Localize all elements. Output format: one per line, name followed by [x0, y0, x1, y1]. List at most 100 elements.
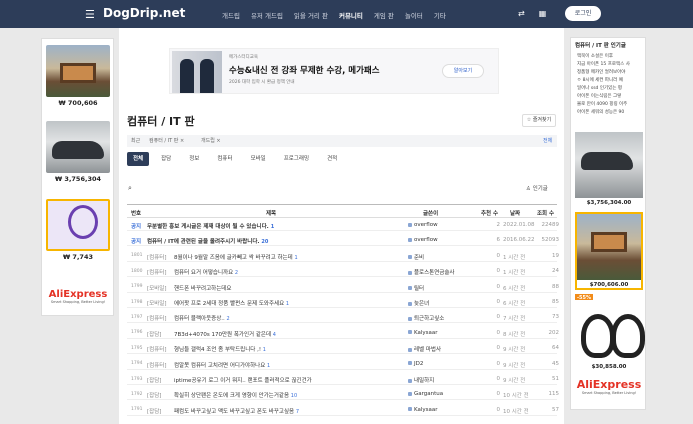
- tab-chat[interactable]: 잡담: [155, 152, 177, 166]
- recent-item[interactable]: 컴퓨터 / IT 판 ×: [149, 137, 184, 144]
- table-row[interactable]: 1798 [모바일] 에어팟 프로 2세대 정품 빨펀스 문제 도와주세요 1 늦은녀…: [127, 296, 559, 308]
- post-title-link[interactable]: 형님들 갤럭4 조언 좀 부탁드립니다 ,! 1: [174, 345, 266, 353]
- post-category[interactable]: [컴퓨터]: [147, 253, 166, 261]
- post-title-link[interactable]: 컴퓨터 / IT에 관련된 글을 올려주시기 바랍니다. 20: [147, 237, 268, 245]
- aliexpress-ad[interactable]: AliExpress Smart Shopping, Better Living…: [46, 289, 110, 304]
- post-title-link[interactable]: 에어팟 프로 2세대 정품 빨펀스 문제 도와주세요 1: [174, 299, 289, 307]
- popular-post[interactable]: 지금 아이폰 15 프로맥스 사: [577, 61, 643, 67]
- post-title-link[interactable]: 핸드폰 바꾸려고하는데요: [174, 284, 231, 292]
- nav-item-playground[interactable]: 놀이터: [405, 10, 423, 20]
- post-author[interactable]: 준비: [408, 253, 424, 261]
- ad-product[interactable]: $30,858.00: [575, 300, 645, 370]
- post-author[interactable]: 늦은녀: [408, 299, 429, 307]
- hamburger-menu-icon[interactable]: ☰: [85, 8, 95, 21]
- ad-banner[interactable]: 메가스터디교육 수능&내신 전 강좌 무제한 수강, 메가패스 2026 대학 …: [169, 48, 499, 94]
- post-title-link[interactable]: 무분별한 홍보 게시글은 제재 대상이 될 수 있습니다. 1: [147, 222, 274, 230]
- nav-item-game[interactable]: 게임 판: [374, 10, 394, 20]
- table-row[interactable]: 1796 [잡담] 7B3d+4070s 170만원 폭가인거 같은데 4 Kalys…: [127, 327, 559, 339]
- table-row[interactable]: 공지 컴퓨터 / IT에 관련된 글을 올려주시기 바랍니다. 20 overflo…: [127, 234, 559, 247]
- table-row[interactable]: 1791 [잡담] 패컴도 바꾸고싶고 맥도 바꾸고싶고 폰도 바꾸고싶음 7 Kal…: [127, 404, 559, 416]
- table-row[interactable]: 1800 [컴퓨터] 컴퓨터 요거 어떻습니까요 2 플로스톤연금술사 0 1 시간 전 2…: [127, 265, 559, 278]
- nav-item-etc[interactable]: 기타: [434, 10, 446, 20]
- tab-computer[interactable]: 컴퓨터: [211, 152, 238, 166]
- nav-item-community[interactable]: 커뮤니티: [339, 10, 363, 20]
- post-title-link[interactable]: 컴퓨터 요거 어떻습니까요 2: [174, 268, 238, 276]
- post-number: 1798: [131, 299, 143, 305]
- table-row[interactable]: 1794 [컴퓨터] 컴알못 컴퓨터 고치려면 어디가야하나요 1 JD2 0 9 시간 …: [127, 358, 559, 370]
- table-row[interactable]: 공지 무분별한 홍보 게시글은 제재 대상이 될 수 있습니다. 1 overflo…: [127, 219, 559, 231]
- table-row[interactable]: 1797 [컴퓨터] 컴퓨터 블랙아웃증상.. 2 퇴근하고싶소 0 7 시간 전 73: [127, 311, 559, 324]
- ad-product[interactable]: $3,756,304.00: [575, 132, 643, 206]
- tab-info[interactable]: 정보: [183, 152, 205, 166]
- popular-post[interactable]: 맥북이 소설은 이후: [577, 53, 643, 59]
- post-author[interactable]: 퇴근하고싶소: [408, 314, 444, 322]
- popular-post[interactable]: 정품형 메카인 얼려보아야: [577, 69, 643, 75]
- post-category[interactable]: [컴퓨터]: [147, 361, 166, 369]
- post-category[interactable]: [모바일]: [147, 299, 166, 307]
- site-logo[interactable]: DogDrip.net: [103, 6, 185, 20]
- post-category[interactable]: [잡담]: [147, 407, 161, 415]
- post-category[interactable]: [잡담]: [147, 391, 161, 399]
- popular-post[interactable]: ㅇ 8시에 세컨 파니러 예: [577, 77, 643, 83]
- post-category[interactable]: [컴퓨터]: [147, 268, 166, 276]
- post-author[interactable]: 릴터: [408, 284, 424, 292]
- recent-item[interactable]: 개드립 ×: [201, 137, 221, 144]
- nav-item-user-gaedrip[interactable]: 유저 개드립: [251, 10, 283, 20]
- shuffle-icon[interactable]: ⇄: [518, 9, 525, 18]
- nav-item-reading[interactable]: 읽을 거리 판: [294, 10, 328, 20]
- tab-programming[interactable]: 프로그래밍: [278, 152, 315, 166]
- ad-product[interactable]: $700,606.00: [575, 212, 643, 290]
- ad-product[interactable]: ₩ 700,606: [46, 45, 110, 107]
- col-date: 날짜: [510, 211, 521, 217]
- popular-post[interactable]: 몰로 만이 4090 핑링 이주: [577, 101, 643, 107]
- table-row[interactable]: 1792 [잡담] 확실히 상단팬은 온도에 크게 영향이 안가는거같음 10 Gar…: [127, 388, 559, 401]
- post-category[interactable]: [모바일]: [147, 284, 166, 292]
- popular-post[interactable]: 아이폰 이는식림은 그렇: [577, 93, 643, 99]
- post-author[interactable]: JD2: [408, 361, 423, 367]
- favorite-button[interactable]: ☆ 즐겨찾기: [522, 114, 556, 127]
- ad-product[interactable]: ₩ 3,756,304: [46, 121, 110, 183]
- banner-button[interactable]: 알아보기: [442, 64, 484, 78]
- post-title-link[interactable]: 확실히 상단팬은 온도에 크게 영향이 안가는거같음 10: [174, 391, 297, 399]
- recent-delete-all[interactable]: 전체: [543, 137, 552, 144]
- tab-all[interactable]: 전체: [127, 152, 150, 166]
- login-button[interactable]: 로그인: [565, 6, 601, 21]
- post-author[interactable]: Kalysaar: [408, 407, 438, 413]
- comment-count: 1: [285, 301, 290, 307]
- post-title-link[interactable]: 8월이나 9월말 즈음에 글카빼고 싹 바꾸려고 하는데 1: [174, 253, 298, 261]
- post-author[interactable]: 레벨 마법사: [408, 345, 441, 353]
- grid-icon[interactable]: ▦: [539, 9, 547, 18]
- post-title-link[interactable]: 7B3d+4070s 170만원 폭가인거 같은데 4: [174, 330, 276, 338]
- search-icon[interactable]: ⌕: [128, 184, 132, 193]
- post-author[interactable]: overflow: [408, 237, 438, 243]
- post-category[interactable]: [잡담]: [147, 376, 161, 384]
- recommend-count: 0: [496, 329, 501, 336]
- popular-post[interactable]: 일어나 ssd 인기있는 평: [577, 85, 643, 91]
- post-title-link[interactable]: iptime공유기 로그 이거 뭐지.. 랜포트 플러적으로 끊긴건가: [174, 376, 312, 384]
- recommend-count: 6: [496, 237, 501, 244]
- tab-mobile[interactable]: 모바일: [245, 152, 272, 166]
- post-category[interactable]: [잡담]: [147, 330, 161, 338]
- aliexpress-ad[interactable]: AliExpress Smart Shopping, Better Living…: [575, 378, 643, 395]
- post-title-link[interactable]: 컴알못 컴퓨터 고치려면 어디가야하나요 1: [174, 361, 270, 369]
- post-author[interactable]: Kalysaar: [408, 330, 438, 336]
- post-category[interactable]: [컴퓨터]: [147, 314, 166, 322]
- post-author[interactable]: overflow: [408, 222, 438, 228]
- table-row[interactable]: 1793 [잡담] iptime공유기 로그 이거 뭐지.. 랜포트 플러적으로 끊…: [127, 373, 559, 385]
- table-row[interactable]: 1799 [모바일] 핸드폰 바꾸려고하는데요 릴터 0 6 시간 전 88: [127, 281, 559, 293]
- post-title-link[interactable]: 컴퓨터 블랙아웃증상.. 2: [174, 314, 230, 322]
- table-row[interactable]: 1795 [컴퓨터] 형님들 갤럭4 조언 좀 부탁드립니다 ,! 1 레벨 마법사 0…: [127, 342, 559, 355]
- ad-product[interactable]: ₩ 7,743: [46, 199, 110, 261]
- nav-item-gaedrip[interactable]: 개드립: [222, 10, 240, 20]
- post-author[interactable]: 내밀하지: [408, 376, 434, 384]
- post-category[interactable]: [컴퓨터]: [147, 345, 166, 353]
- post-author[interactable]: 플로스톤연금술사: [408, 268, 454, 276]
- popular-toggle[interactable]: ♙ 인기글: [526, 184, 548, 192]
- post-date: 10 시간 전: [503, 393, 529, 400]
- table-row[interactable]: 1801 [컴퓨터] 8월이나 9월말 즈음에 글카빼고 싹 바꾸려고 하는데 1 준…: [127, 250, 559, 262]
- tab-estimate[interactable]: 견적: [321, 152, 343, 166]
- post-author[interactable]: Gargantua: [408, 391, 443, 397]
- popular-post[interactable]: 아이폰 세워의 성능은 90: [577, 109, 643, 115]
- post-title-link[interactable]: 패컴도 바꾸고싶고 맥도 바꾸고싶고 폰도 바꾸고싶음 7: [174, 407, 299, 415]
- recommend-count: 0: [496, 345, 501, 352]
